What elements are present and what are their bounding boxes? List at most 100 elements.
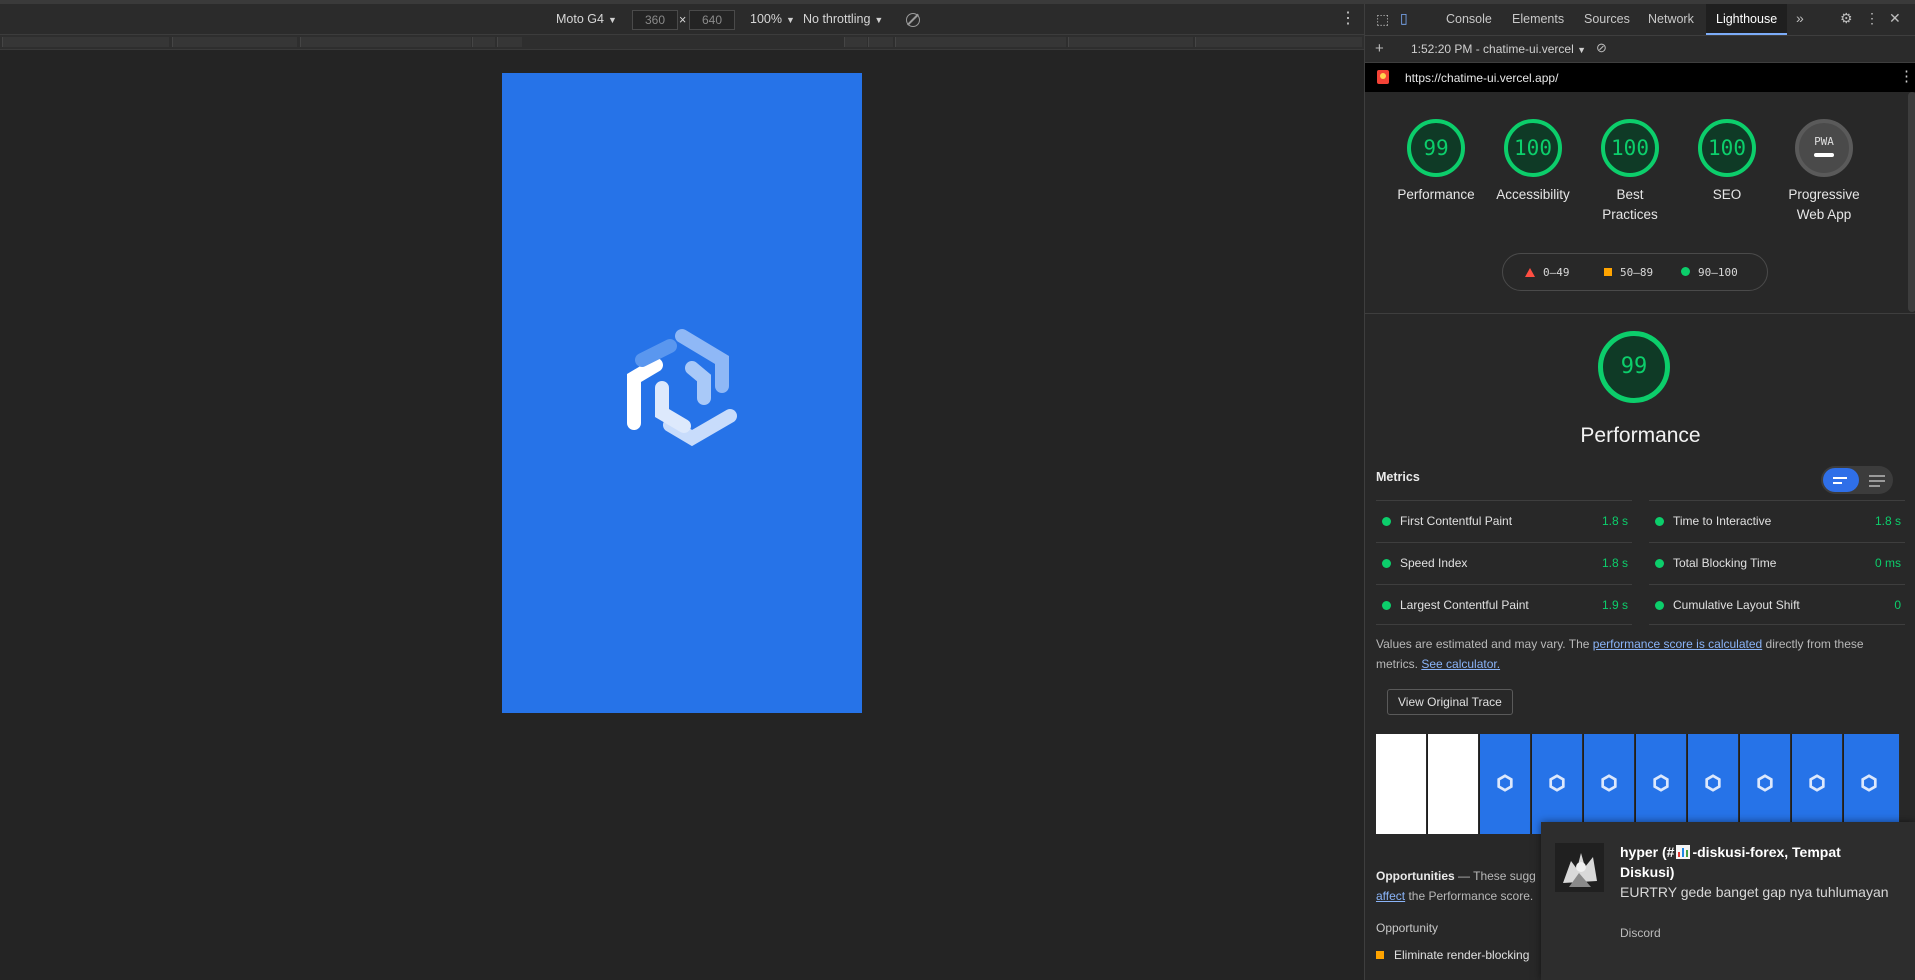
metric-name: Speed Index: [1400, 556, 1468, 570]
filmstrip-frame: [1532, 734, 1583, 834]
circle-icon: [1655, 601, 1664, 610]
legend-pass: 90–100: [1681, 266, 1738, 279]
metric-name: Largest Contentful Paint: [1400, 598, 1529, 612]
app-logo-icon: [1497, 774, 1513, 792]
media-query-segment[interactable]: [1068, 37, 1193, 47]
media-query-segment[interactable]: [895, 37, 1066, 47]
square-icon: [1604, 268, 1612, 276]
pwa-badge-icon: PWA: [1795, 119, 1853, 177]
score-calculated-link[interactable]: performance score is calculated: [1593, 637, 1762, 651]
more-options-icon[interactable]: ⋮: [1865, 10, 1879, 27]
legend-fail: 0–49: [1525, 266, 1570, 279]
throttling-select[interactable]: No throttling ▼: [803, 12, 883, 26]
zoom-label: 100%: [750, 12, 782, 26]
chevron-down-icon: ▼: [874, 15, 884, 25]
gauge-seo[interactable]: 100 SEO: [1677, 119, 1777, 205]
tab-network[interactable]: Network: [1648, 12, 1694, 26]
divider: [1365, 313, 1915, 314]
filmstrip-frame: [1844, 734, 1900, 834]
filmstrip: [1376, 734, 1900, 834]
affect-link[interactable]: affect: [1376, 889, 1405, 903]
throttling-label: No throttling: [803, 12, 871, 26]
app-logo-icon: [1809, 774, 1825, 792]
metric-lcp: Largest Contentful Paint 1.9 s: [1376, 584, 1632, 625]
media-query-segment[interactable]: [844, 37, 867, 47]
metric-value: 1.8 s: [1601, 514, 1628, 528]
gauge-score: 99: [1407, 119, 1465, 177]
short-lines-icon: [1833, 477, 1849, 487]
device-toggle-icon[interactable]: ▯: [1400, 10, 1408, 27]
gauge-performance[interactable]: 99 Performance: [1386, 119, 1486, 205]
opportunity-row[interactable]: Eliminate render-blocking: [1376, 948, 1529, 962]
media-query-segment[interactable]: [300, 37, 471, 47]
tab-console[interactable]: Console: [1446, 12, 1492, 26]
performance-score-gauge: 99: [1598, 331, 1670, 403]
calculator-link[interactable]: See calculator.: [1421, 657, 1500, 671]
metric-tti: Time to Interactive 1.8 s: [1649, 500, 1905, 541]
rotate-icon[interactable]: [906, 13, 920, 27]
metric-name: Time to Interactive: [1673, 514, 1772, 528]
opportunities-text: the Performance score.: [1405, 889, 1534, 903]
metric-tbt: Total Blocking Time 0 ms: [1649, 542, 1905, 583]
device-viewport[interactable]: [502, 73, 862, 713]
width-input[interactable]: 360: [632, 10, 678, 30]
filmstrip-frame: [1584, 734, 1635, 834]
more-tabs-icon[interactable]: »: [1796, 10, 1804, 26]
pwa-dash: [1814, 153, 1834, 157]
filmstrip-frame: [1688, 734, 1739, 834]
report-selector[interactable]: 1:52:20 PM - chatime-ui.vercel ▼: [1411, 42, 1586, 56]
tab-sources[interactable]: Sources: [1584, 12, 1630, 26]
tab-lighthouse[interactable]: Lighthouse: [1706, 4, 1788, 35]
more-options-icon[interactable]: ⋮: [1340, 11, 1356, 27]
more-options-icon[interactable]: ⋮: [1899, 69, 1914, 84]
long-lines-icon[interactable]: [1869, 475, 1885, 490]
metrics-view-toggle[interactable]: [1821, 466, 1893, 494]
gauge-pwa[interactable]: PWA Progressive Web App: [1774, 119, 1874, 225]
metric-value: 0: [1894, 598, 1901, 612]
gauge-accessibility[interactable]: 100 Accessibility: [1483, 119, 1583, 205]
scrollbar[interactable]: [1908, 92, 1915, 312]
gear-icon[interactable]: ⚙: [1840, 10, 1853, 27]
discord-notification[interactable]: hyper (# -diskusi-forex, Tempat Diskusi) …: [1541, 822, 1915, 980]
metric-value: 1.9 s: [1601, 598, 1628, 612]
media-query-segment[interactable]: [2, 37, 169, 47]
opportunity-column-header: Opportunity: [1376, 921, 1439, 935]
devtools-tabbar: ⬚ ▯ Console Elements Sources Network Lig…: [1365, 4, 1915, 36]
legend-fail-label: 0–49: [1543, 266, 1570, 279]
height-input[interactable]: 640: [689, 10, 735, 30]
report-url[interactable]: https://chatime-ui.vercel.app/: [1405, 71, 1558, 85]
gauge-label: Best Practices: [1602, 187, 1658, 222]
tab-elements[interactable]: Elements: [1512, 12, 1564, 26]
device-select[interactable]: Moto G4 ▼: [556, 12, 617, 26]
notification-message: EURTRY gede banget gap nya tuhlumayan: [1620, 884, 1889, 900]
square-icon: [1376, 951, 1384, 959]
metric-name: First Contentful Paint: [1400, 514, 1513, 528]
title-prefix: hyper (#: [1620, 844, 1675, 860]
triangle-icon: [1525, 268, 1535, 277]
avatar: [1555, 843, 1604, 892]
app-logo-icon: [1601, 774, 1617, 792]
media-query-segment[interactable]: [868, 37, 893, 47]
gauge-score: 100: [1698, 119, 1756, 177]
gauge-label: Progressive Web App: [1788, 187, 1860, 222]
app-logo-icon: [1549, 774, 1565, 792]
plus-icon[interactable]: +: [1375, 40, 1384, 57]
toggle-compact[interactable]: [1823, 468, 1859, 492]
filmstrip-frame: [1376, 734, 1427, 834]
view-trace-button[interactable]: View Original Trace: [1387, 689, 1513, 715]
zoom-select[interactable]: 100% ▼: [750, 12, 795, 26]
opportunities-text: — These sugg: [1454, 869, 1536, 883]
media-query-segment[interactable]: [472, 37, 495, 47]
lighthouse-icon: [1377, 70, 1389, 84]
gauge-label: Accessibility: [1496, 187, 1570, 202]
clear-icon[interactable]: ⊘: [1596, 40, 1607, 56]
media-query-segment[interactable]: [497, 37, 522, 47]
circle-icon: [1382, 601, 1391, 610]
close-icon[interactable]: ✕: [1889, 10, 1901, 27]
gauge-best-practices[interactable]: 100 Best Practices: [1580, 119, 1680, 225]
media-query-segment[interactable]: [1195, 37, 1362, 47]
media-query-segment[interactable]: [172, 37, 297, 47]
notification-app: Discord: [1620, 926, 1661, 940]
pwa-badge-text: PWA: [1814, 135, 1834, 148]
inspect-icon[interactable]: ⬚: [1376, 11, 1389, 28]
